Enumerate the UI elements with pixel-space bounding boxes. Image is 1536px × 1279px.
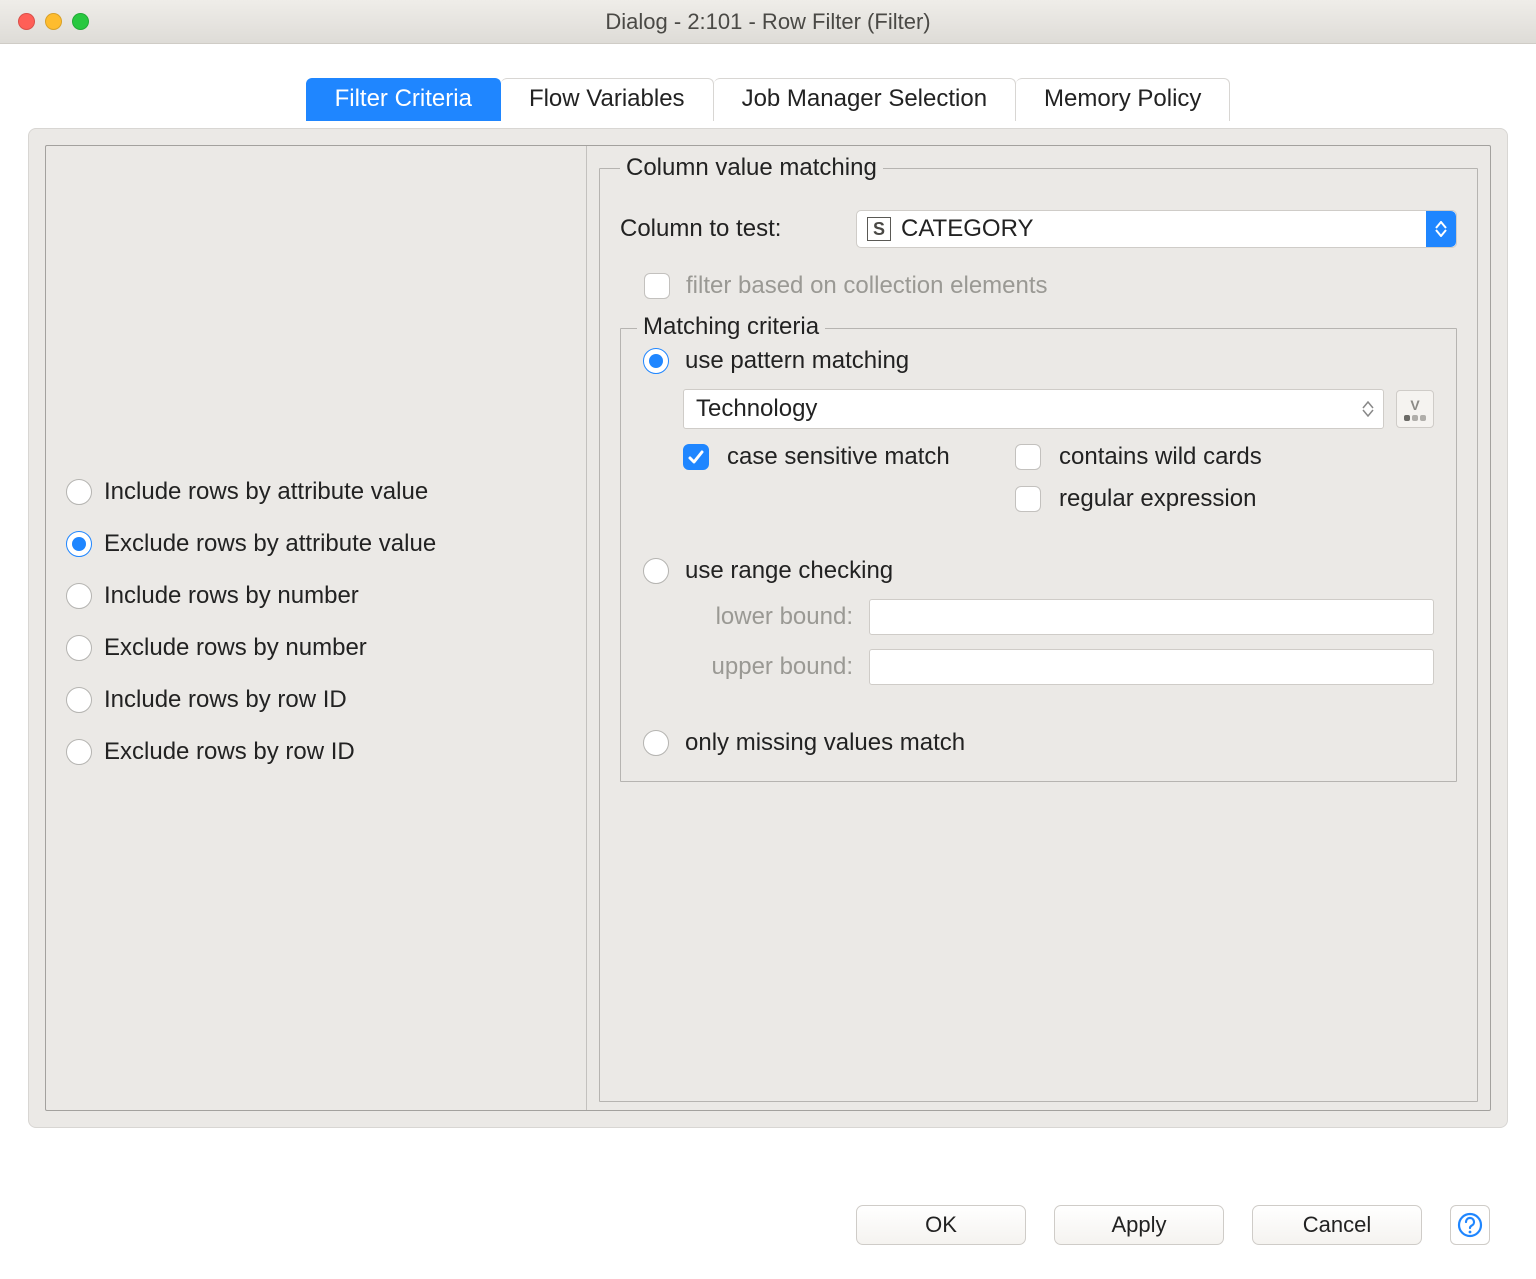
range-checking-label: use range checking: [685, 557, 893, 585]
case-sensitive-label: case sensitive match: [727, 443, 997, 471]
range-checking-radio[interactable]: use range checking: [643, 557, 1434, 585]
column-to-test-select[interactable]: S CATEGORY: [856, 210, 1457, 248]
option-exclude-by-row-id[interactable]: Exclude rows by row ID: [66, 726, 576, 778]
radio-icon: [66, 687, 92, 713]
matching-criteria-group: Matching criteria use pattern matching T…: [620, 328, 1457, 782]
cancel-button[interactable]: Cancel: [1252, 1205, 1422, 1245]
missing-values-label: only missing values match: [685, 729, 965, 757]
lower-bound-input[interactable]: [869, 599, 1434, 635]
tab-memory-policy[interactable]: Memory Policy: [1016, 78, 1230, 121]
pattern-value-text: Technology: [696, 395, 817, 423]
option-exclude-by-number[interactable]: Exclude rows by number: [66, 622, 576, 674]
radio-icon: [643, 730, 669, 756]
combo-stepper-icon: [1357, 392, 1379, 426]
group-title: Column value matching: [620, 154, 883, 182]
option-label: Include rows by row ID: [104, 686, 347, 714]
lower-bound-label: lower bound:: [673, 603, 853, 631]
pattern-matching-label: use pattern matching: [685, 347, 909, 375]
column-value-matching-group: Column value matching Column to test: S …: [599, 154, 1478, 1102]
tab-flow-variables[interactable]: Flow Variables: [501, 78, 714, 121]
tab-strip: Filter Criteria Flow Variables Job Manag…: [28, 78, 1508, 121]
radio-icon: [66, 479, 92, 505]
select-arrows-icon: [1426, 211, 1456, 247]
config-panel: Include rows by attribute value Exclude …: [28, 128, 1508, 1128]
help-button[interactable]: [1450, 1205, 1490, 1245]
option-exclude-by-attribute[interactable]: Exclude rows by attribute value: [66, 518, 576, 570]
option-include-by-number[interactable]: Include rows by number: [66, 570, 576, 622]
close-window-button[interactable]: [18, 13, 35, 30]
matching-criteria-title: Matching criteria: [637, 313, 825, 341]
upper-bound-label: upper bound:: [673, 653, 853, 681]
option-label: Exclude rows by row ID: [104, 738, 355, 766]
wildcards-checkbox[interactable]: [1015, 444, 1041, 470]
option-label: Include rows by attribute value: [104, 478, 428, 506]
radio-icon: [66, 635, 92, 661]
maximize-window-button[interactable]: [72, 13, 89, 30]
column-to-test-label: Column to test:: [620, 215, 840, 243]
radio-icon: [643, 348, 669, 374]
flow-variable-icon: V: [1410, 397, 1419, 413]
case-sensitive-checkbox[interactable]: [683, 444, 709, 470]
missing-values-radio[interactable]: only missing values match: [643, 729, 1434, 757]
radio-icon: [66, 739, 92, 765]
regex-checkbox[interactable]: [1015, 486, 1041, 512]
radio-icon: [643, 558, 669, 584]
filter-collection-checkbox[interactable]: [644, 273, 670, 299]
upper-bound-input[interactable]: [869, 649, 1434, 685]
window-title: Dialog - 2:101 - Row Filter (Filter): [0, 9, 1536, 35]
radio-icon: [66, 583, 92, 609]
wildcards-label: contains wild cards: [1059, 443, 1262, 471]
radio-icon: [66, 531, 92, 557]
window-controls: [18, 13, 89, 30]
option-include-by-row-id[interactable]: Include rows by row ID: [66, 674, 576, 726]
column-selected-value: CATEGORY: [901, 215, 1033, 243]
option-label: Include rows by number: [104, 582, 359, 610]
tab-job-manager-selection[interactable]: Job Manager Selection: [714, 78, 1016, 121]
pattern-value-input[interactable]: Technology: [683, 389, 1384, 429]
title-bar: Dialog - 2:101 - Row Filter (Filter): [0, 0, 1536, 44]
option-label: Exclude rows by number: [104, 634, 367, 662]
ok-button[interactable]: OK: [856, 1205, 1026, 1245]
flow-variable-button[interactable]: V: [1396, 390, 1434, 428]
filter-collection-label: filter based on collection elements: [686, 272, 1048, 300]
regex-label: regular expression: [1059, 485, 1256, 513]
tab-filter-criteria[interactable]: Filter Criteria: [306, 78, 501, 121]
pattern-matching-radio[interactable]: use pattern matching: [643, 347, 1434, 375]
string-type-icon: S: [867, 217, 891, 241]
minimize-window-button[interactable]: [45, 13, 62, 30]
option-include-by-attribute[interactable]: Include rows by attribute value: [66, 466, 576, 518]
apply-button[interactable]: Apply: [1054, 1205, 1224, 1245]
help-icon: [1457, 1212, 1483, 1238]
option-label: Exclude rows by attribute value: [104, 530, 436, 558]
filter-mode-group: Include rows by attribute value Exclude …: [46, 146, 586, 1110]
